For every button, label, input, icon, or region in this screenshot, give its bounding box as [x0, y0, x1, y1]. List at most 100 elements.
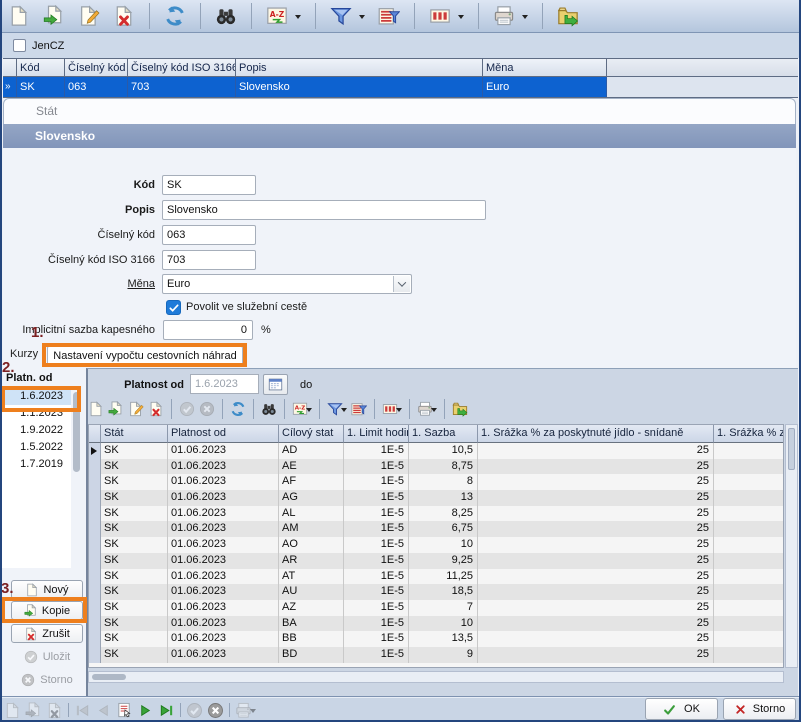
row-edit-icon[interactable]: [128, 401, 144, 417]
zrusit-button[interactable]: Zrušit: [11, 624, 83, 643]
last-record-icon[interactable]: [158, 702, 175, 719]
separator: [149, 3, 150, 29]
row-copy-icon[interactable]: [108, 401, 124, 417]
table-row[interactable]: SK01.06.2023AF1E-5825: [89, 474, 783, 490]
cell: 8,25: [409, 506, 478, 522]
table-row[interactable]: SK01.06.2023AO1E-51025: [89, 537, 783, 553]
print-icon[interactable]: [493, 5, 515, 27]
cell: AG: [279, 490, 344, 506]
table-row[interactable]: SK01.06.2023AM1E-56,7525: [89, 521, 783, 537]
bottom-cancel-icon[interactable]: [207, 702, 224, 719]
jencz-checkbox[interactable]: [13, 39, 26, 52]
selected-country-row[interactable]: »SK063703SlovenskoEuro: [3, 77, 798, 98]
novy-button[interactable]: Nový: [11, 580, 83, 599]
row-search-icon[interactable]: [261, 401, 277, 417]
table-row[interactable]: SK01.06.2023AT1E-511,2525: [89, 569, 783, 585]
date-list-scrollbar[interactable]: [73, 392, 80, 564]
filter-icon-dropdown[interactable]: [359, 11, 365, 22]
date-item[interactable]: 1.9.2022: [2, 422, 71, 439]
row-columns-icon-dropdown[interactable]: [396, 404, 402, 415]
table-row[interactable]: SK01.06.2023AG1E-51325: [89, 490, 783, 506]
row-filter-icon-dropdown[interactable]: [341, 404, 347, 415]
cell: 01.06.2023: [168, 600, 279, 616]
row-print-icon-dropdown[interactable]: [431, 404, 437, 415]
row-refresh-icon[interactable]: [230, 401, 246, 417]
delete-icon[interactable]: [113, 5, 135, 27]
table-row[interactable]: SK01.06.2023AR1E-59,2525: [89, 553, 783, 569]
columns-icon-dropdown[interactable]: [458, 11, 464, 22]
table-row[interactable]: SK01.06.2023BA1E-51025: [89, 616, 783, 632]
edit-icon[interactable]: [78, 5, 100, 27]
kod-field[interactable]: SK: [162, 175, 256, 195]
table-row[interactable]: SK01.06.2023AE1E-58,7525: [89, 459, 783, 475]
sort-icon-dropdown[interactable]: [295, 11, 301, 22]
column-header[interactable]: 1. Sazba: [409, 425, 478, 443]
cell: 01.06.2023: [168, 647, 279, 663]
date-item[interactable]: 1.5.2022: [2, 439, 71, 456]
print-icon-dropdown[interactable]: [522, 11, 528, 22]
column-header[interactable]: Kód: [17, 58, 65, 77]
cell: 1E-5: [344, 506, 409, 522]
column-header[interactable]: Platnost od: [168, 425, 279, 443]
platnost-list-header[interactable]: Platn. od: [6, 372, 76, 384]
table-row[interactable]: SK01.06.2023AZ1E-5725: [89, 600, 783, 616]
tab-kurzy[interactable]: Kurzy: [10, 348, 38, 360]
row-new-icon[interactable]: [88, 401, 104, 417]
new-icon[interactable]: [8, 5, 30, 27]
date-item[interactable]: 1.7.2019: [2, 456, 71, 473]
search-icon[interactable]: [215, 5, 237, 27]
columns-icon[interactable]: [429, 5, 451, 27]
row-marker-header: [3, 58, 17, 77]
date-item[interactable]: 1.6.2023: [2, 388, 71, 405]
row-marker: [89, 490, 101, 506]
platnost-od-field[interactable]: 1.6.2023: [190, 374, 259, 394]
refresh-icon[interactable]: [164, 5, 186, 27]
column-header[interactable]: Stát: [101, 425, 168, 443]
sort-icon[interactable]: [266, 5, 288, 27]
row-filter-grid-icon[interactable]: [351, 401, 367, 417]
separator: [542, 3, 543, 29]
table-row[interactable]: SK01.06.2023AL1E-58,2525: [89, 506, 783, 522]
tab-nastaveni-vypoctu[interactable]: Nastavení vypočtu cestovních náhrad: [47, 346, 243, 366]
kopie-button[interactable]: Kopie: [11, 601, 83, 620]
export-icon[interactable]: [557, 5, 579, 27]
row-sort-icon-dropdown[interactable]: [306, 404, 312, 415]
kapesne-field[interactable]: 0: [163, 320, 253, 340]
next-record-icon[interactable]: [137, 702, 154, 719]
mena-field[interactable]: Euro: [162, 274, 412, 294]
column-header[interactable]: Popis: [236, 58, 483, 77]
column-header[interactable]: 1. Srážka % za pos: [714, 425, 783, 443]
row-delete-icon[interactable]: [148, 401, 164, 417]
column-header[interactable]: 1. Limit hodin: [344, 425, 409, 443]
ciselny-kod-field[interactable]: 063: [162, 225, 256, 245]
ok-button[interactable]: OK: [645, 698, 718, 720]
storno-button[interactable]: Storno: [723, 698, 796, 720]
column-header[interactable]: 1. Srážka % za poskytnuté jídlo - snídan…: [478, 425, 714, 443]
mena-label[interactable]: Měna: [3, 274, 155, 294]
iso-field[interactable]: 703: [162, 250, 256, 270]
filter-grid-icon[interactable]: [378, 5, 400, 27]
rates-vertical-scrollbar[interactable]: [785, 424, 798, 668]
table-row[interactable]: SK01.06.2023AU1E-518,525: [89, 584, 783, 600]
povolit-checkbox[interactable]: [166, 300, 181, 315]
column-header[interactable]: Měna: [483, 58, 607, 77]
filter-icon[interactable]: [330, 5, 352, 27]
cell: 6,75: [409, 521, 478, 537]
copy-icon[interactable]: [43, 5, 65, 27]
calendar-button[interactable]: [263, 374, 288, 395]
table-row[interactable]: SK01.06.2023AD1E-510,525: [89, 443, 783, 459]
date-item[interactable]: 1.1.2023: [2, 405, 71, 422]
mena-dropdown-icon[interactable]: [393, 276, 410, 292]
table-row[interactable]: SK01.06.2023BB1E-513,525: [89, 631, 783, 647]
column-header[interactable]: Cílový stat: [279, 425, 344, 443]
cell: [714, 537, 783, 553]
rates-horizontal-scrollbar[interactable]: [88, 671, 784, 683]
record-list-icon[interactable]: [116, 702, 133, 719]
column-header[interactable]: Číselný kód: [65, 58, 128, 77]
popis-field[interactable]: Slovensko: [162, 200, 486, 220]
popis-label: Popis: [3, 200, 155, 220]
table-row[interactable]: SK01.06.2023BD1E-5925: [89, 647, 783, 663]
row-export-icon[interactable]: [452, 401, 468, 417]
cell: AO: [279, 537, 344, 553]
column-header[interactable]: Číselný kód ISO 3166: [128, 58, 236, 77]
